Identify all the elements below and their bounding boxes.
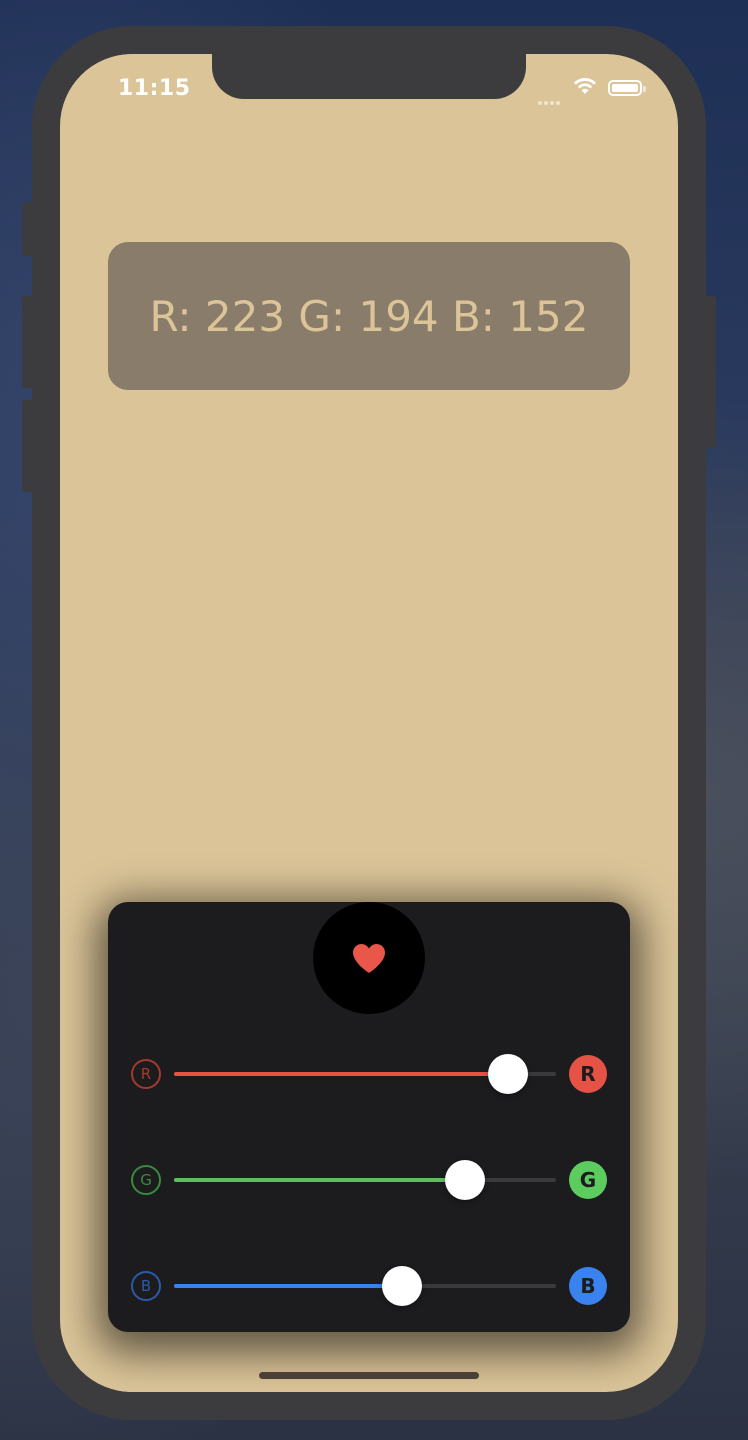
blue-slider[interactable] xyxy=(174,1266,556,1306)
rgb-value-card: R: 223 G: 194 B: 152 xyxy=(108,242,630,390)
green-slider-row: G G xyxy=(108,1158,630,1202)
home-indicator[interactable] xyxy=(259,1372,479,1379)
notch xyxy=(212,54,526,99)
app-screen: 11:15 R: 223 G: 194 B: 152 R R G G B B xyxy=(60,54,678,1392)
red-slider-row: R R xyxy=(108,1052,630,1096)
red-min-badge: R xyxy=(131,1059,161,1089)
battery-icon xyxy=(608,80,646,96)
green-slider-fill xyxy=(174,1178,465,1182)
wifi-icon xyxy=(572,76,598,100)
green-max-badge: G xyxy=(569,1161,607,1199)
rgb-value-text: R: 223 G: 194 B: 152 xyxy=(149,291,589,341)
blue-min-badge: B xyxy=(131,1271,161,1301)
blue-max-badge: B xyxy=(569,1267,607,1305)
favorite-button[interactable] xyxy=(313,902,425,1014)
red-slider[interactable] xyxy=(174,1054,556,1094)
color-control-panel: R R G G B B xyxy=(108,902,630,1332)
blue-slider-row: B B xyxy=(108,1264,630,1308)
green-slider-thumb[interactable] xyxy=(444,1160,485,1200)
cellular-signal-icon xyxy=(538,90,562,109)
red-max-badge: R xyxy=(569,1055,607,1093)
blue-slider-fill xyxy=(174,1284,402,1288)
heart-icon xyxy=(353,944,385,973)
green-min-badge: G xyxy=(131,1165,161,1195)
green-slider[interactable] xyxy=(174,1160,556,1200)
red-slider-thumb[interactable] xyxy=(488,1054,529,1094)
status-time: 11:15 xyxy=(118,76,191,101)
red-slider-fill xyxy=(174,1072,509,1076)
blue-slider-thumb[interactable] xyxy=(381,1266,422,1306)
